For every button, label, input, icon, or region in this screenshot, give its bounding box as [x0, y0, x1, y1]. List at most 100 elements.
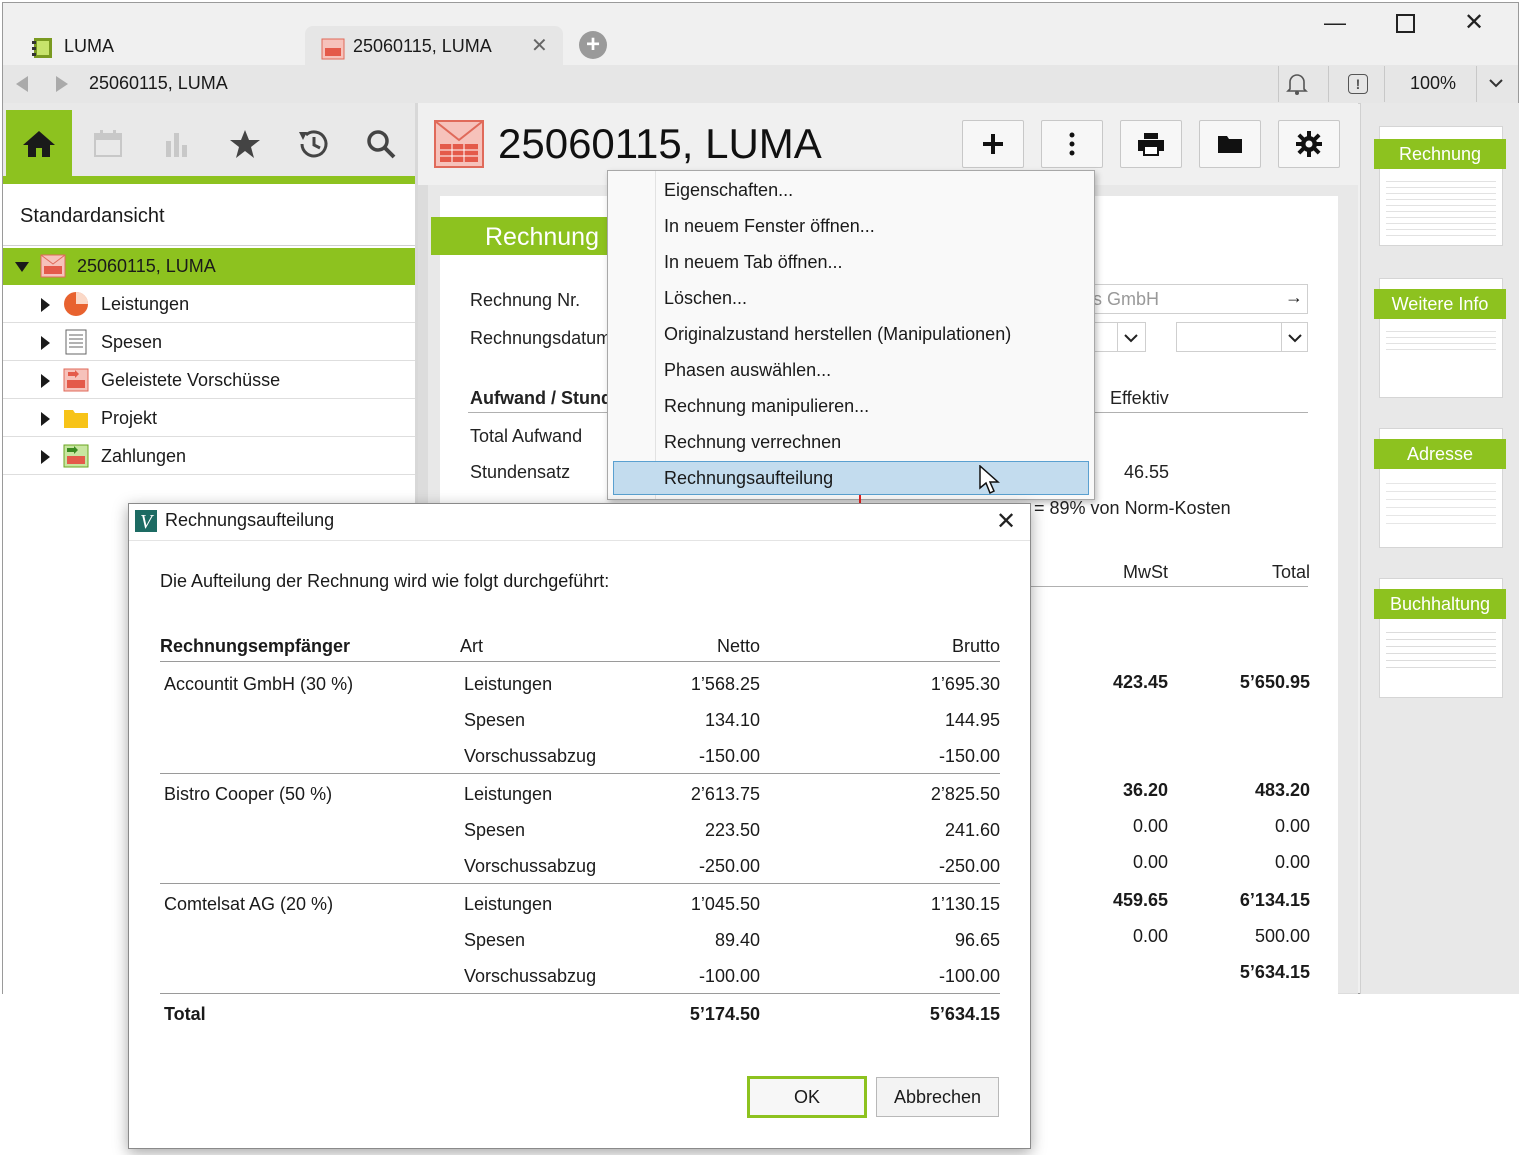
chevron-down-icon	[1288, 334, 1302, 343]
split-netto: 223.50	[704, 820, 760, 840]
total-netto: 5’174.50	[689, 1004, 760, 1024]
dialog-intro: Die Aufteilung der Rechnung wird wie fol…	[160, 571, 610, 591]
menu-item[interactable]: Rechnung verrechnen	[664, 432, 841, 453]
back-icon[interactable]	[16, 76, 28, 92]
menu-item[interactable]: Löschen...	[664, 288, 747, 309]
more-vertical-icon	[1069, 132, 1075, 156]
split-brutto: 1’695.30	[930, 674, 1000, 694]
print-button[interactable]	[1120, 120, 1182, 168]
thumbnail-preview	[1386, 176, 1496, 240]
statistics-button[interactable]	[144, 110, 210, 178]
zoom-level[interactable]: 100%	[1410, 73, 1456, 94]
printer-icon	[1138, 133, 1164, 156]
bell-icon[interactable]	[1286, 72, 1308, 96]
split-art: Leistungen	[464, 784, 553, 804]
header-brutto: Brutto	[951, 636, 1000, 656]
home-button[interactable]	[6, 110, 72, 178]
arrow-right-icon[interactable]: →	[1285, 287, 1303, 308]
summary-total: 0.00	[1274, 852, 1310, 872]
tree-item-label: Geleistete Vorschüsse	[101, 370, 281, 390]
close-window-icon[interactable]: ✕	[1464, 8, 1484, 37]
cancel-button[interactable]: Abbrechen	[876, 1077, 999, 1117]
summary-mwst: 423.45	[1112, 672, 1168, 692]
tab-luma[interactable]: LUMA	[20, 26, 300, 66]
expand-icon[interactable]	[41, 298, 50, 312]
divider	[3, 245, 415, 246]
dialog-close-icon[interactable]: ✕	[996, 507, 1016, 536]
split-art: Spesen	[464, 930, 526, 950]
address-text: 25060115, LUMA	[89, 73, 228, 93]
expand-icon[interactable]	[41, 450, 50, 464]
split-netto: -150.00	[698, 746, 760, 766]
search-button[interactable]	[348, 110, 414, 178]
minimize-icon[interactable]: —	[1324, 10, 1346, 36]
view-title[interactable]: Standardansicht	[20, 205, 165, 228]
folder-button[interactable]	[1199, 120, 1261, 168]
tree-item-zahlungen[interactable]: Zahlungen	[3, 438, 415, 475]
split-brutto: 2’825.50	[930, 784, 1000, 804]
expand-icon[interactable]	[15, 262, 29, 272]
tree-root-label: 25060115, LUMA	[77, 256, 216, 276]
menu-item[interactable]: In neuem Fenster öffnen...	[664, 216, 875, 237]
tab-label: LUMA	[64, 36, 115, 56]
info-icon[interactable]: !	[1348, 74, 1368, 94]
tree-item-leistungen[interactable]: Leistungen	[3, 286, 415, 323]
close-tab-icon[interactable]: ✕	[531, 26, 548, 66]
col-mwst: MwSt	[1123, 562, 1168, 582]
expand-icon[interactable]	[41, 374, 50, 388]
menu-item[interactable]: Phasen auswählen...	[664, 360, 831, 381]
folder-icon	[63, 407, 89, 429]
page-title: 25060115, LUMA	[498, 120, 822, 167]
recipient-field[interactable]: s GmbH →	[1090, 284, 1308, 314]
add-button[interactable]	[962, 120, 1024, 168]
section-tab-rechnung[interactable]: Rechnung	[431, 217, 611, 255]
divider	[1384, 66, 1385, 102]
recipient-name: Accountit GmbH (30 %)	[164, 674, 354, 694]
calendar-button[interactable]	[75, 110, 141, 178]
tree-item-vorschuesse[interactable]: Geleistete Vorschüsse	[3, 362, 415, 399]
summary-mwst: 459.65	[1112, 890, 1168, 910]
tree-item-projekt[interactable]: Projekt	[3, 400, 415, 437]
summary-total: 5’634.15	[1239, 962, 1310, 982]
receipt-icon	[65, 329, 87, 355]
phase-select[interactable]	[1176, 322, 1308, 352]
menu-item[interactable]: Eigenschaften...	[664, 180, 793, 201]
pie-chart-icon	[63, 291, 89, 317]
more-button[interactable]	[1041, 120, 1103, 168]
menu-item[interactable]: In neuem Tab öffnen...	[664, 252, 842, 273]
settings-button[interactable]	[1278, 120, 1340, 168]
star-icon	[230, 130, 260, 158]
invoice-large-icon	[434, 120, 484, 168]
thumbnail-preview	[1386, 326, 1496, 350]
split-netto: 2’613.75	[690, 784, 760, 804]
chevron-down-icon	[1124, 334, 1138, 343]
menu-item[interactable]: Rechnung manipulieren...	[664, 396, 869, 417]
sidebar-accent-bar	[3, 176, 415, 184]
history-button[interactable]	[280, 110, 346, 178]
tab-invoice[interactable]: 25060115, LUMA ✕	[305, 26, 563, 66]
expand-icon[interactable]	[41, 412, 50, 426]
thumbnail-label: Weitere Info	[1374, 289, 1506, 319]
calendar-icon	[94, 130, 122, 157]
date-select[interactable]	[1090, 322, 1146, 352]
expand-icon[interactable]	[41, 336, 50, 350]
split-brutto: 241.60	[944, 820, 1000, 840]
effektiv-header: Effektiv	[1110, 388, 1169, 408]
menu-item[interactable]: Rechnungsaufteilung	[664, 468, 833, 489]
menu-item[interactable]: Originalzustand herstellen (Manipulation…	[664, 324, 1011, 345]
stundensatz-value: 46.55	[1124, 462, 1170, 482]
thumbnail-label: Adresse	[1374, 439, 1506, 469]
ok-button[interactable]: OK	[747, 1076, 867, 1118]
total-brutto: 5’634.15	[929, 1004, 1000, 1024]
forward-icon[interactable]	[56, 76, 68, 92]
group-divider	[160, 883, 1000, 884]
tree-item-label: Projekt	[101, 408, 158, 428]
split-art: Vorschussabzug	[464, 966, 597, 986]
tree-root[interactable]: 25060115, LUMA	[3, 248, 415, 285]
favorites-button[interactable]	[212, 110, 278, 178]
maximize-icon[interactable]	[1396, 14, 1415, 33]
tree-item-spesen[interactable]: Spesen	[3, 324, 415, 361]
chevron-down-icon[interactable]	[1489, 74, 1503, 88]
new-tab-icon[interactable]: +	[579, 31, 607, 59]
plus-icon	[983, 134, 1003, 154]
